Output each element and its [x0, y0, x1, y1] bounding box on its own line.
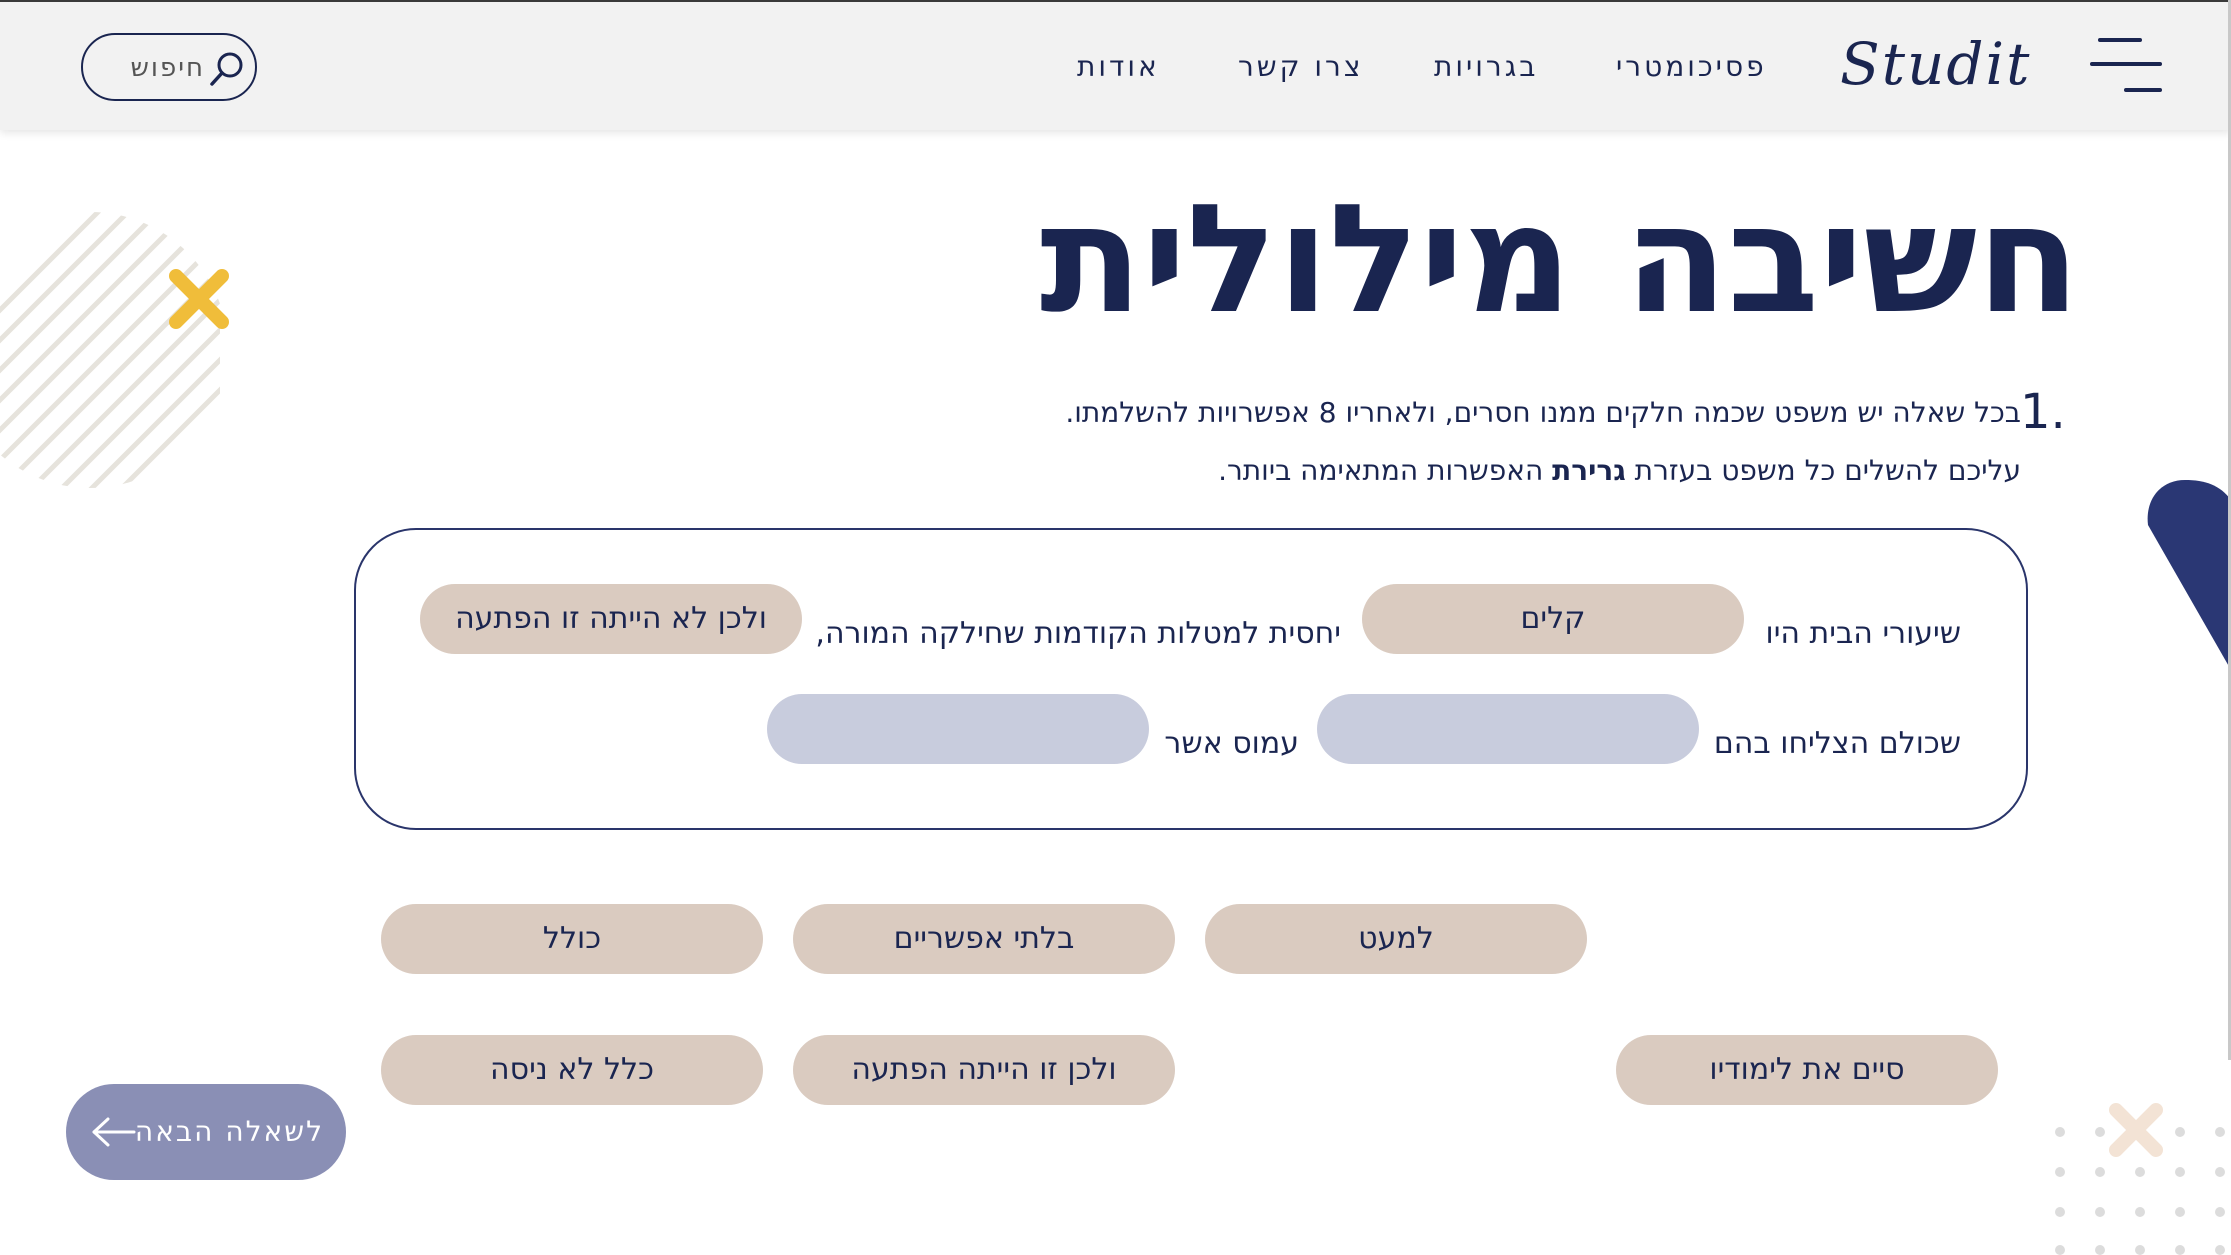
dots-grid-decoration [2055, 1103, 2225, 1255]
search-input[interactable] [103, 49, 207, 87]
instruction-line-2: עליכם להשלים כל משפט בעזרת גרירת האפשרות… [1218, 454, 2021, 487]
hamburger-menu-icon[interactable] [2090, 34, 2162, 98]
instruction-line-2-prefix: עליכם להשלים כל משפט בעזרת [1634, 454, 2021, 487]
empty-drop-slot[interactable] [767, 694, 1149, 764]
placed-option-pill[interactable]: קלים [1362, 584, 1744, 654]
nav-item-about[interactable]: אודות [1077, 42, 1160, 92]
blue-shape-decoration [2147, 480, 2231, 670]
option-pill[interactable]: למעט [1205, 904, 1587, 974]
instruction-line-2-bold: גרירת [1552, 454, 1626, 487]
sentence-part-4: עמוס אשר [1164, 726, 1299, 761]
nav-item-psychometric[interactable]: פסיכומטרי [1616, 42, 1767, 92]
sentence-part-1: שיעורי הבית היו [1765, 616, 1961, 651]
nav-item-contact[interactable]: צרו קשר [1238, 42, 1363, 92]
nav-item-bagrut[interactable]: בגרויות [1434, 42, 1538, 92]
page-title: חשיבה מילולית [1039, 173, 2080, 347]
striped-circle-decoration [0, 212, 220, 488]
top-nav-bar: Studit פסיכומטרי בגרויות צרו קשר אודות [0, 0, 2231, 130]
placed-option-pill[interactable]: ולכן לא הייתה זו הפתעה [420, 584, 802, 654]
arrow-left-icon [92, 1117, 136, 1147]
next-question-button[interactable]: לשאלה הבאה [66, 1084, 346, 1180]
instruction-line-2-suffix: האפשרות המתאימה ביותר. [1218, 454, 1544, 487]
search-icon[interactable] [207, 49, 247, 89]
sentence-part-2: יחסית למטלות הקודמות שחילקה המורה, [815, 616, 1341, 651]
option-pill[interactable]: ולכן זו הייתה הפתעה [793, 1035, 1175, 1105]
next-question-label: לשאלה הבאה [134, 1115, 324, 1148]
option-pill[interactable]: בלתי אפשריים [793, 904, 1175, 974]
search-box[interactable] [81, 33, 257, 101]
logo[interactable]: Studit [1840, 24, 2030, 104]
instruction-line-1: בכל שאלה יש משפט שכמה חלקים ממנו חסרים, … [1065, 396, 2021, 429]
sentence-part-3: שכולם הצליחו בהם [1713, 726, 1961, 761]
yellow-x-decoration [169, 269, 229, 329]
option-pill[interactable]: כלל לא ניסה [381, 1035, 763, 1105]
option-pill[interactable]: כולל [381, 904, 763, 974]
empty-drop-slot[interactable] [1317, 694, 1699, 764]
sentence-box [354, 528, 2028, 830]
question-number: 1. [2020, 384, 2066, 440]
option-pill[interactable]: סיים את לימודיו [1616, 1035, 1998, 1105]
